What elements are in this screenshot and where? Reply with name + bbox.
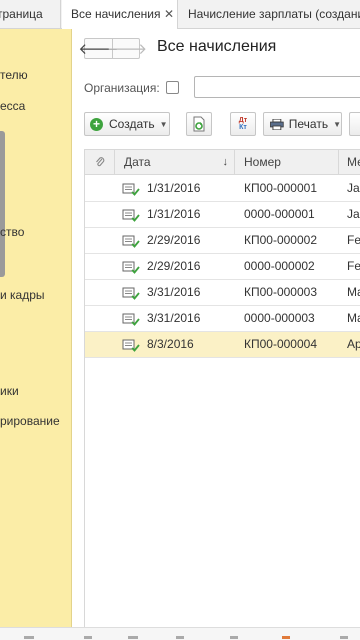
refresh-button[interactable] <box>186 112 212 136</box>
row-month: Ap <box>347 337 360 351</box>
status-bar <box>0 627 360 640</box>
tab-label: Начисление зарплаты (создани <box>188 7 360 21</box>
table-row[interactable]: 3/31/2016 0000-000003 Ma <box>85 306 360 332</box>
tab-label: страница <box>0 7 43 21</box>
tab-bar: страница Все начисления ✕ Начисление зар… <box>0 0 360 30</box>
chevron-down-icon: ▼ <box>333 119 341 129</box>
organization-field[interactable] <box>194 76 360 98</box>
posted-document-icon <box>122 209 140 222</box>
status-bar-mark <box>282 636 290 639</box>
status-bar-mark <box>340 636 348 639</box>
tab-all-accruals[interactable]: Все начисления ✕ <box>62 0 178 30</box>
status-bar-mark <box>176 636 184 639</box>
create-label: Создать <box>109 117 155 131</box>
column-header-number[interactable]: Номер <box>235 150 339 175</box>
chevron-down-icon: ▼ <box>159 119 168 129</box>
tab-home-page[interactable]: страница <box>0 0 61 29</box>
row-number: 0000-000002 <box>244 259 315 273</box>
row-number: КП00-000003 <box>244 285 318 299</box>
status-bar-mark <box>128 636 138 639</box>
sort-down-icon: ↓ <box>222 156 229 168</box>
column-header-month[interactable]: Ме <box>339 150 360 175</box>
main-content: 🡐 🡒 Все начисления Организация: + Создат… <box>73 29 360 627</box>
row-number: 0000-000003 <box>244 311 315 325</box>
tab-label: Все начисления <box>71 7 161 21</box>
posted-document-icon <box>122 261 140 274</box>
row-month: Ma <box>347 285 360 299</box>
posted-document-icon <box>122 235 140 248</box>
row-month: Fe <box>347 259 360 273</box>
status-bar-mark <box>84 636 92 639</box>
table-row[interactable]: 2/29/2016 0000-000002 Fe <box>85 254 360 280</box>
print-label: Печать <box>288 117 329 131</box>
dt-kt-icon: Дт Кт <box>238 117 248 131</box>
row-date: 1/31/2016 <box>147 181 201 195</box>
printer-icon <box>270 118 284 130</box>
row-month: Ja <box>347 207 360 221</box>
sidebar: телю есса ство и кадры ики рирование <box>0 29 72 627</box>
nav-buttons: 🡐 🡒 <box>78 38 147 59</box>
table-row-selected[interactable]: 8/3/2016 КП00-000004 Ap <box>85 332 360 358</box>
row-number: КП00-000004 <box>244 337 318 351</box>
sidebar-item[interactable]: ики <box>0 384 19 398</box>
sidebar-item[interactable]: ство <box>0 225 24 239</box>
sidebar-item[interactable]: рирование <box>0 414 60 428</box>
row-date: 3/31/2016 <box>147 311 201 325</box>
sidebar-item[interactable]: и кадры <box>0 288 45 302</box>
row-number: КП00-000001 <box>244 181 318 195</box>
row-date: 1/31/2016 <box>147 207 201 221</box>
table-row[interactable]: 3/31/2016 КП00-000003 Ma <box>85 280 360 306</box>
row-date: 2/29/2016 <box>147 233 201 247</box>
create-button[interactable]: + Создать ▼ <box>84 112 170 136</box>
accruals-table: Дата ↓ Номер Ме 1/31/2016 КП00-000001 Ja… <box>84 149 360 627</box>
table-row[interactable]: 1/31/2016 0000-000001 Ja <box>85 202 360 228</box>
table-row[interactable]: 2/29/2016 КП00-000002 Fe <box>85 228 360 254</box>
row-month: Ja <box>347 181 360 195</box>
paperclip-icon <box>95 157 104 167</box>
table-header: Дата ↓ Номер Ме <box>85 150 360 175</box>
print-button[interactable]: Печать ▼ <box>263 112 342 136</box>
row-month: Fe <box>347 233 360 247</box>
status-bar-mark <box>24 636 34 639</box>
sidebar-item[interactable]: есса <box>0 99 25 113</box>
organization-checkbox[interactable] <box>166 81 179 94</box>
row-month: Ma <box>347 311 360 325</box>
sidebar-item[interactable]: телю <box>0 68 28 82</box>
refresh-document-icon <box>193 116 205 132</box>
attachment-column-header[interactable] <box>85 150 115 175</box>
row-number: КП00-000002 <box>244 233 318 247</box>
posted-document-icon <box>122 339 140 352</box>
row-date: 3/31/2016 <box>147 285 201 299</box>
table-row[interactable]: 1/31/2016 КП00-000001 Ja <box>85 176 360 202</box>
row-date: 8/3/2016 <box>147 337 194 351</box>
close-icon[interactable]: ✕ <box>164 0 174 29</box>
page-title: Все начисления <box>157 38 277 55</box>
posted-document-icon <box>122 183 140 196</box>
forward-arrow-icon[interactable]: 🡒 <box>107 39 147 58</box>
tab-salary-accrual[interactable]: Начисление зарплаты (создани <box>180 0 360 29</box>
plus-icon: + <box>90 117 103 131</box>
row-number: 0000-000001 <box>244 207 315 221</box>
more-actions-button[interactable] <box>349 112 360 136</box>
organization-label: Организация: <box>84 81 160 95</box>
posted-document-icon <box>122 313 140 326</box>
row-date: 2/29/2016 <box>147 259 201 273</box>
status-bar-mark <box>230 636 238 639</box>
sidebar-scroll-indicator <box>0 131 5 277</box>
posted-document-icon <box>122 287 140 300</box>
column-header-date[interactable]: Дата ↓ <box>115 150 235 175</box>
dt-kt-button[interactable]: Дт Кт <box>230 112 256 136</box>
